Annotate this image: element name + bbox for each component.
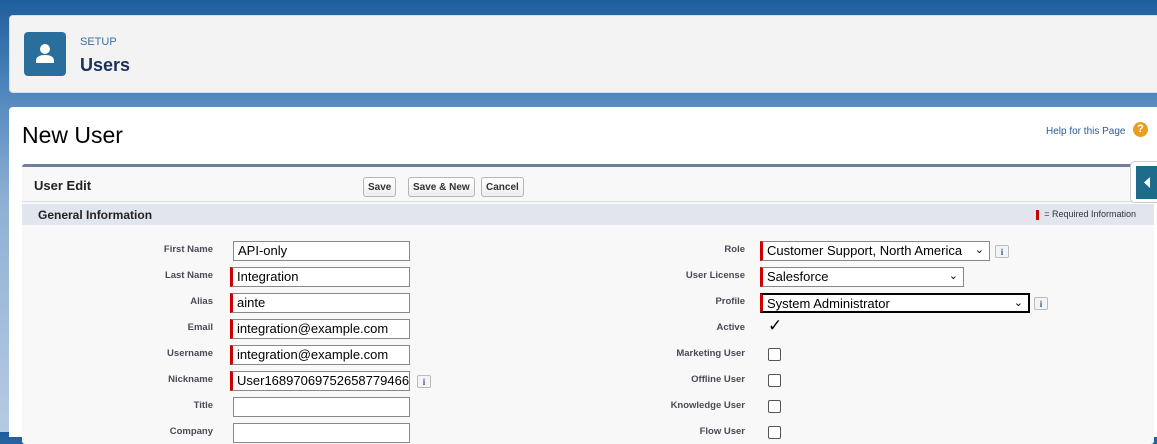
- active-checkbox[interactable]: ✓: [768, 316, 782, 336]
- profile-label: Profile: [715, 296, 745, 307]
- role-label: Role: [724, 244, 745, 255]
- header-title: Users: [80, 55, 131, 75]
- user-icon: [24, 32, 66, 76]
- marketing-user-checkbox[interactable]: [768, 348, 781, 361]
- help-icon[interactable]: ?: [1133, 122, 1148, 137]
- save-new-button[interactable]: Save & New: [408, 177, 475, 197]
- section-title: General Information: [38, 208, 153, 222]
- offline-user-label: Offline User: [691, 374, 745, 385]
- page-content: New User Help for this Page ? User Edit …: [9, 107, 1157, 444]
- page-title: New User: [22, 122, 123, 148]
- flow-user-checkbox[interactable]: [768, 426, 781, 439]
- section-header: General Information = Required Informati…: [22, 204, 1154, 225]
- profile-info-icon[interactable]: i: [1034, 297, 1048, 310]
- chevron-down-icon: ⌄: [974, 244, 984, 256]
- save-button[interactable]: Save: [363, 177, 397, 197]
- knowledge-user-label: Knowledge User: [670, 400, 745, 411]
- user-license-label: User License: [685, 270, 745, 281]
- breadcrumb[interactable]: SETUP: [80, 36, 117, 48]
- knowledge-user-checkbox[interactable]: [768, 400, 781, 413]
- block-title: User Edit: [34, 178, 92, 193]
- user-edit-block: User Edit Save Save & New Cancel General…: [22, 164, 1154, 444]
- help-link[interactable]: Help for this Page: [1046, 126, 1126, 137]
- role-select[interactable]: Customer Support, North America ⌄: [760, 241, 990, 261]
- cancel-button[interactable]: Cancel: [481, 177, 524, 197]
- required-legend: = Required Information: [1036, 209, 1136, 220]
- profile-select[interactable]: System Administrator ⌄: [760, 293, 1030, 313]
- active-label: Active: [716, 322, 745, 333]
- chevron-down-icon: ⌄: [1013, 297, 1023, 309]
- offline-user-checkbox[interactable]: [768, 374, 781, 387]
- page-header: SETUP Users: [9, 15, 1157, 93]
- user-license-select[interactable]: Salesforce ⌄: [760, 267, 964, 287]
- side-panel-toggle[interactable]: [1130, 161, 1157, 203]
- marketing-user-label: Marketing User: [676, 348, 745, 359]
- role-info-icon[interactable]: i: [995, 245, 1009, 258]
- chevron-down-icon: ⌄: [948, 270, 958, 282]
